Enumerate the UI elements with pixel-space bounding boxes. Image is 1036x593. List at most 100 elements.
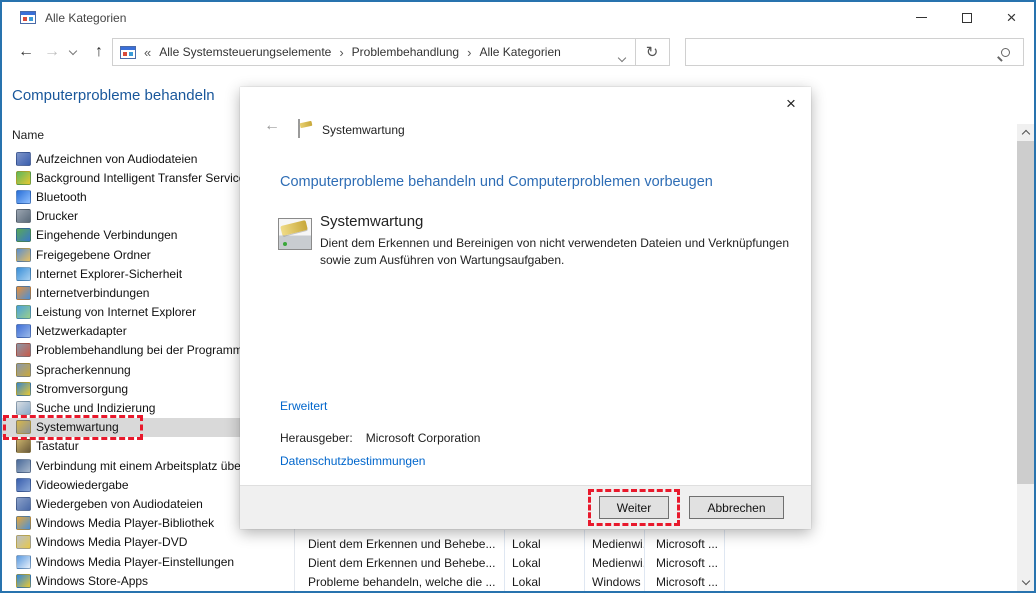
list-item-label: Freigegebene Ordner [36, 247, 151, 262]
next-button[interactable]: Weiter [599, 496, 669, 519]
list-item-label: Tastatur [36, 439, 79, 454]
list-item-label: Drucker [36, 209, 79, 224]
list-item-label: Wiedergeben von Audiodateien [36, 496, 203, 511]
dialog-footer: Weiter Abbrechen [240, 485, 811, 529]
table-cell: Medienwi... [592, 555, 644, 570]
address-dropdown-chevron-icon[interactable] [617, 50, 627, 64]
search-input[interactable] [686, 39, 1001, 65]
breadcrumb-troubleshooting[interactable]: Problembehandlung [352, 45, 459, 59]
search-indexing-icon [16, 401, 31, 416]
wmp-library-icon [16, 516, 31, 531]
troubleshooter-name: Systemwartung [320, 213, 424, 230]
table-cell: Lokal [512, 536, 541, 551]
wmp-dvd-icon [16, 535, 31, 550]
dialog-heading: Computerprobleme behandeln und Computerp… [280, 174, 713, 190]
troubleshooter-dialog: × ← Systemwartung Computerprobleme behan… [240, 87, 811, 529]
name-column-header[interactable]: Name [12, 128, 44, 142]
table-row[interactable]: Dient dem Erkennen und Behebe... Lokal Med… [294, 534, 754, 553]
system-maintenance-icon [298, 119, 300, 138]
breadcrumb-control-panel[interactable]: Alle Systemsteuerungselemente [159, 45, 331, 59]
table-cell: Microsoft ... [656, 536, 719, 551]
network-adapter-icon [16, 324, 31, 339]
maximize-button[interactable] [944, 2, 989, 33]
speech-recognition-icon [16, 362, 31, 377]
list-item-label: Windows Store-Apps [36, 573, 149, 588]
explorer-window: Alle Kategorien × ← → ↑ « Alle Systemste… [0, 0, 1036, 593]
vertical-scrollbar[interactable] [1017, 124, 1034, 591]
privacy-link[interactable]: Datenschutzbestimmungen [280, 454, 425, 468]
keyboard-icon [16, 439, 31, 454]
list-item-label: Windows Media Player-DVD [36, 535, 188, 550]
table-cell: Windows [592, 574, 641, 589]
publisher-label: Herausgeber: [280, 431, 353, 445]
list-item-label: Bluetooth [36, 189, 87, 204]
search-box[interactable] [685, 38, 1024, 66]
list-item-label: Windows Media Player-Bibliothek [36, 516, 215, 531]
up-icon[interactable]: ↑ [87, 33, 111, 71]
list-item-label: Aufzeichnen von Audiodateien [36, 151, 198, 166]
location-icon [120, 45, 136, 59]
list-item[interactable]: Windows Media Player-Einstellungen [2, 552, 292, 571]
table-row[interactable]: Dient dem Erkennen und Behebe... Lokal Med… [294, 553, 754, 572]
search-icon[interactable] [1001, 47, 1010, 57]
back-icon[interactable]: ← [14, 33, 38, 71]
list-item-label: Windows Media Player-Einstellungen [36, 554, 235, 569]
list-item-label: Netzwerkadapter [36, 324, 127, 339]
list-item-label: Internet Explorer-Sicherheit [36, 266, 183, 281]
list-item-label: Spracherkennung [36, 362, 131, 377]
dialog-close-icon[interactable]: × [779, 93, 803, 115]
breadcrumb-prefix: « [144, 44, 152, 60]
system-maintenance-icon [278, 218, 312, 250]
minimize-button[interactable] [899, 2, 944, 33]
table-cell: Lokal [512, 574, 541, 589]
table-cell: Dient dem Erkennen und Behebe... [308, 536, 496, 551]
list-item-label: Background Intelligent Transfer Service [36, 170, 246, 185]
list-item[interactable]: Windows Media Player-DVD [2, 533, 292, 552]
troubleshooter-description: Dient dem Erkennen und Bereinigen von ni… [320, 236, 789, 267]
bits-icon [16, 170, 31, 185]
list-item-label: Systemwartung [36, 420, 119, 435]
close-button[interactable]: × [989, 2, 1034, 33]
breadcrumb-all-categories[interactable]: Alle Kategorien [479, 45, 560, 59]
list-item-label: Stromversorgung [36, 381, 129, 396]
cancel-button[interactable]: Abbrechen [689, 496, 784, 519]
publisher-value: Microsoft Corporation [365, 431, 481, 445]
audio-record-icon [16, 151, 31, 166]
dialog-back-icon[interactable]: ← [264, 117, 280, 135]
scroll-up-icon[interactable] [1017, 124, 1034, 141]
window-title: Alle Kategorien [45, 10, 127, 25]
list-item[interactable]: Windows Store-Apps [2, 571, 292, 590]
breadcrumb-separator-icon: › [467, 44, 472, 60]
internet-connections-icon [16, 285, 31, 300]
list-item-label: Verbindung mit einem Arbeitsplatz über [36, 458, 245, 473]
refresh-icon: ↻ [645, 44, 659, 61]
table-cell: Microsoft ... [656, 555, 719, 570]
list-item-label: Internetverbindungen [36, 285, 150, 300]
scroll-down-icon[interactable] [1017, 574, 1034, 591]
table-cell: Probleme behandeln, welche die ... [308, 574, 496, 589]
list-item-label: Eingehende Verbindungen [36, 228, 178, 243]
navigation-toolbar: ← → ↑ « Alle Systemsteuerungselemente › … [2, 33, 1034, 71]
wmp-settings-icon [16, 554, 31, 569]
page-title: Computerprobleme behandeln [12, 87, 215, 104]
address-bar[interactable]: « Alle Systemsteuerungselemente › Proble… [112, 38, 636, 66]
table-cell: Microsoft ... [656, 574, 719, 589]
advanced-link[interactable]: Erweitert [280, 399, 327, 413]
table-cell: Medienwi... [592, 536, 644, 551]
table-row[interactable]: Probleme behandeln, welche die ... Lokal W… [294, 572, 754, 591]
dialog-title: Systemwartung [322, 123, 405, 137]
store-apps-icon [16, 573, 31, 588]
forward-icon: → [44, 43, 60, 60]
scrollbar-thumb[interactable] [1017, 141, 1034, 484]
breadcrumb-separator-icon: › [339, 44, 344, 60]
app-icon [20, 11, 36, 24]
program-compatibility-icon [16, 343, 31, 358]
refresh-button[interactable]: ↻ [635, 38, 670, 66]
list-item[interactable]: Windows Update [2, 590, 292, 591]
printer-icon [16, 209, 31, 224]
workplace-connection-icon [16, 458, 31, 473]
list-item-label: Leistung von Internet Explorer [36, 305, 197, 320]
power-icon [16, 381, 31, 396]
recent-pages-chevron-icon[interactable] [64, 33, 82, 71]
title-bar: Alle Kategorien × [2, 2, 1034, 33]
